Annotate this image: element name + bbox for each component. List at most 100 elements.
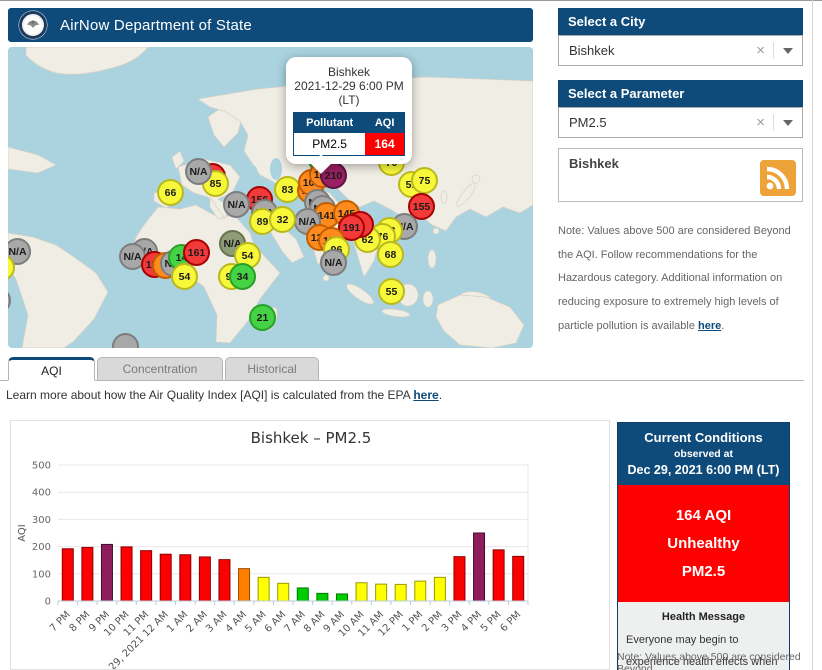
- chart-svg: Bishkek – PM2.50100200300400500AQI7 PM8 …: [11, 421, 609, 670]
- chart-bar[interactable]: [336, 594, 347, 601]
- chart-bar[interactable]: [493, 550, 504, 601]
- city-dropdown-value: Bishkek: [559, 43, 748, 58]
- popup-pollutant-value: PM2.5: [294, 133, 366, 156]
- aqi-note-link[interactable]: here: [698, 320, 721, 332]
- health-message-title: Health Message: [626, 611, 781, 623]
- chart-bar[interactable]: [356, 583, 367, 601]
- chevron-down-icon[interactable]: [783, 48, 793, 54]
- chart-bar[interactable]: [415, 581, 426, 601]
- x-tick-label: 2 AM: [185, 609, 210, 634]
- map-marker[interactable]: N/A: [185, 158, 212, 185]
- app-header: AirNow Department of State: [8, 8, 533, 42]
- y-tick-label: 100: [32, 569, 51, 580]
- x-tick-label: 1 AM: [165, 609, 190, 634]
- map-marker[interactable]: 66: [157, 179, 184, 206]
- current-conditions-title: Current Conditions: [622, 430, 785, 445]
- map-marker[interactable]: N/A: [320, 249, 347, 276]
- chart-bar[interactable]: [278, 583, 289, 601]
- city-dropdown[interactable]: Bishkek ×: [558, 35, 803, 66]
- beyond-aqi-note: Note: Values above 500 are considered Be…: [617, 651, 817, 670]
- aqi-bar-chart: Bishkek – PM2.50100200300400500AQI7 PM8 …: [10, 420, 610, 670]
- chart-bar[interactable]: [434, 577, 445, 601]
- y-tick-label: 300: [32, 515, 51, 526]
- clear-city-icon[interactable]: ×: [748, 42, 774, 59]
- chart-bar[interactable]: [258, 577, 269, 601]
- learn-more-link[interactable]: here: [413, 388, 438, 402]
- observed-datetime: Dec 29, 2021 6:00 PM (LT): [622, 463, 785, 477]
- world-map[interactable]: N/A5385N/A6683104105121210N/AN/A141145N/…: [8, 47, 533, 348]
- y-axis-label: AQI: [17, 524, 28, 542]
- chart-bar[interactable]: [101, 544, 112, 601]
- select-parameter-header: Select a Parameter: [558, 80, 803, 107]
- map-marker[interactable]: 34: [229, 263, 256, 290]
- chart-bar[interactable]: [474, 533, 485, 601]
- scrollbar-track[interactable]: [812, 0, 813, 670]
- aqi-note: Note: Values above 500 are considered Be…: [558, 220, 806, 338]
- aqi-note-suffix: .: [721, 320, 724, 332]
- chart-bar[interactable]: [82, 547, 93, 601]
- x-tick-label: 1 PM: [401, 609, 426, 634]
- rss-feed-box: Bishkek: [558, 148, 803, 202]
- chart-bar[interactable]: [376, 584, 387, 601]
- map-marker[interactable]: 75: [411, 167, 438, 194]
- x-tick-label: 8 PM: [68, 609, 93, 634]
- popup-datetime: 2021-12-29 6:00 PM: [292, 79, 406, 93]
- chart-bar[interactable]: [513, 556, 524, 601]
- chart-bar[interactable]: [239, 569, 250, 601]
- map-marker[interactable]: 54: [171, 263, 198, 290]
- map-marker[interactable]: 32: [269, 206, 296, 233]
- map-marker[interactable]: 68: [377, 241, 404, 268]
- chevron-down-icon[interactable]: [783, 120, 793, 126]
- learn-more-text: Learn more about how the Air Quality Ind…: [6, 388, 442, 402]
- select-city-header: Select a City: [558, 8, 803, 35]
- y-tick-label: 0: [45, 597, 51, 608]
- popup-aqi-value: 164: [365, 133, 404, 156]
- popup-pollutant-header: Pollutant: [294, 113, 366, 134]
- observed-at-label: observed at: [622, 448, 785, 460]
- x-tick-label: 5 PM: [479, 609, 504, 634]
- x-tick-label: 3 AM: [204, 609, 229, 634]
- x-tick-label: 8 AM: [302, 609, 327, 634]
- chart-bar[interactable]: [180, 555, 191, 601]
- chart-bar[interactable]: [297, 588, 308, 601]
- x-tick-label: 3 PM: [440, 609, 465, 634]
- map-marker[interactable]: N/A: [223, 191, 250, 218]
- aqi-note-text: Note: Values above 500 are considered Be…: [558, 225, 791, 332]
- chart-bar[interactable]: [62, 549, 73, 601]
- chart-bar[interactable]: [199, 557, 210, 601]
- chart-bar[interactable]: [121, 547, 132, 601]
- map-marker[interactable]: 55: [378, 278, 405, 305]
- map-marker[interactable]: 21: [249, 304, 276, 331]
- chart-bar[interactable]: [219, 560, 230, 601]
- parameter-dropdown[interactable]: PM2.5 ×: [558, 107, 803, 138]
- learn-more-suffix: .: [439, 388, 442, 402]
- x-tick-label: 6 AM: [263, 609, 288, 634]
- clear-parameter-icon[interactable]: ×: [748, 114, 774, 131]
- popup-city: Bishkek: [292, 65, 406, 79]
- chart-bar[interactable]: [160, 554, 171, 601]
- popup-aqi-header: AQI: [365, 113, 404, 134]
- x-tick-label: 2 PM: [420, 609, 445, 634]
- tab-concentration[interactable]: Concentration: [97, 357, 223, 381]
- rss-icon[interactable]: [760, 160, 796, 196]
- chart-bar[interactable]: [141, 551, 152, 601]
- x-tick-label: 7 PM: [48, 609, 73, 634]
- x-tick-label: 7 AM: [282, 609, 307, 634]
- dos-seal-icon: [18, 10, 48, 40]
- chart-bar[interactable]: [454, 557, 465, 601]
- tab-historical[interactable]: Historical: [225, 357, 319, 381]
- page-top-border: [0, 0, 822, 1]
- page: AirNow Department of State: [0, 0, 822, 670]
- chart-bar[interactable]: [317, 593, 328, 601]
- x-tick-label: 4 AM: [224, 609, 249, 634]
- current-conditions-header: Current Conditions observed at Dec 29, 2…: [618, 423, 789, 485]
- map-popup: Bishkek 2021-12-29 6:00 PM (LT) Pollutan…: [286, 57, 412, 164]
- chart-bar[interactable]: [395, 584, 406, 601]
- x-tick-label: 6 PM: [498, 609, 523, 634]
- popup-lt-label: (LT): [292, 93, 406, 107]
- aqi-value-text: 164 AQI: [622, 502, 785, 530]
- map-marker[interactable]: 161: [183, 239, 210, 266]
- tab-aqi[interactable]: AQI: [8, 357, 95, 381]
- popup-table: Pollutant AQI PM2.5 164: [293, 112, 405, 156]
- y-tick-label: 400: [32, 488, 51, 499]
